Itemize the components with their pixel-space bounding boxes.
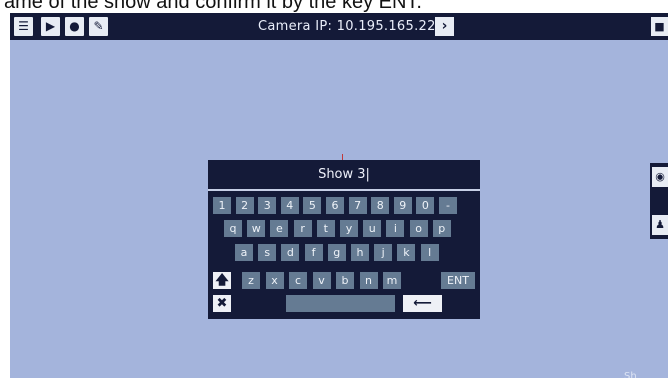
key-0[interactable]: 0 — [416, 197, 435, 214]
key-m[interactable]: m — [383, 272, 401, 289]
key-e[interactable]: e — [270, 220, 289, 237]
key-o[interactable]: o — [409, 220, 428, 237]
key-l[interactable]: l — [420, 244, 439, 261]
user-icon[interactable]: ● — [65, 17, 84, 36]
caption-text: ame of the show and confirm it by the ke… — [4, 0, 422, 13]
bottom-label: Sh — [624, 371, 637, 378]
key-7[interactable]: 7 — [348, 197, 367, 214]
camera-ip-title: Camera IP: 10.195.165.22 — [258, 19, 436, 34]
key-y[interactable]: y — [340, 220, 358, 237]
key-2[interactable]: 2 — [235, 197, 254, 214]
enter-key[interactable]: ENT — [441, 272, 475, 289]
key-q[interactable]: q — [224, 220, 242, 237]
key-4[interactable]: 4 — [280, 197, 299, 214]
key-a[interactable]: a — [235, 244, 253, 261]
key-8[interactable]: 8 — [371, 197, 390, 214]
camera-icon[interactable]: ▶ — [41, 17, 60, 36]
key-v[interactable]: v — [312, 272, 331, 289]
users-icon[interactable]: ♟ — [652, 215, 668, 235]
show-name-input[interactable]: Show 3| — [208, 160, 480, 191]
space-key[interactable] — [286, 295, 395, 312]
sliders-icon[interactable]: ☰ — [14, 17, 33, 36]
key-f[interactable]: f — [304, 244, 323, 261]
key-z[interactable]: z — [242, 272, 260, 289]
key-c[interactable]: c — [289, 272, 307, 289]
side-panel: ◉ ♟ — [650, 163, 668, 239]
key-w[interactable]: w — [247, 220, 266, 237]
key-u[interactable]: u — [363, 220, 382, 237]
key-i[interactable]: i — [386, 220, 405, 237]
key-r[interactable]: r — [293, 220, 312, 237]
key-6[interactable]: 6 — [326, 197, 344, 214]
key-3[interactable]: 3 — [258, 197, 277, 214]
key-n[interactable]: n — [359, 272, 378, 289]
key-g[interactable]: g — [327, 244, 346, 261]
eye-icon[interactable]: ◉ — [652, 167, 668, 187]
close-key[interactable]: ✖ — [213, 295, 231, 312]
key-5[interactable]: 5 — [303, 197, 322, 214]
lock-icon[interactable]: ■ — [651, 17, 668, 36]
camera-view: ☰ ▶ ● ✎ Camera IP: 10.195.165.22 › ■ ◉ ♟… — [10, 13, 668, 378]
key-s[interactable]: s — [258, 244, 277, 261]
key-b[interactable]: b — [336, 272, 354, 289]
backspace-key[interactable]: ⟵ — [403, 295, 442, 312]
key-h[interactable]: h — [351, 244, 369, 261]
key-x[interactable]: x — [265, 272, 284, 289]
key-j[interactable]: j — [374, 244, 393, 261]
on-screen-keyboard: Show 3| 🡅 ENT ✖ ⟵ 1234567890- qwertyuiop a… — [208, 160, 480, 319]
key-k[interactable]: k — [397, 244, 416, 261]
key--[interactable]: - — [439, 197, 457, 214]
chevron-right-icon[interactable]: › — [435, 17, 454, 36]
key-9[interactable]: 9 — [393, 197, 412, 214]
key-d[interactable]: d — [281, 244, 300, 261]
key-p[interactable]: p — [432, 220, 451, 237]
key-t[interactable]: t — [316, 220, 335, 237]
top-bar: ☰ ▶ ● ✎ Camera IP: 10.195.165.22 › ■ — [10, 13, 668, 40]
wrench-icon[interactable]: ✎ — [89, 17, 108, 36]
key-1[interactable]: 1 — [213, 197, 231, 214]
shift-key[interactable]: 🡅 — [213, 272, 231, 289]
